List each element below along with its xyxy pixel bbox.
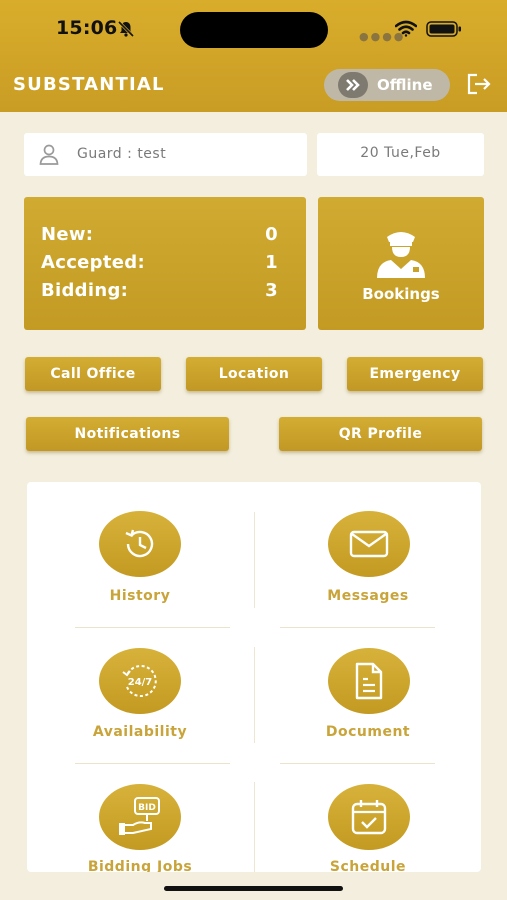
- emergency-button[interactable]: Emergency: [347, 357, 483, 391]
- stat-new: New: 0: [41, 224, 278, 245]
- security-guard-icon: [373, 225, 429, 285]
- divider: [254, 512, 255, 608]
- divider: [280, 763, 435, 764]
- status-time: 15:06: [56, 17, 118, 39]
- logout-icon[interactable]: [466, 72, 492, 100]
- person-icon: [38, 143, 60, 169]
- home-indicator: [164, 886, 343, 891]
- divider: [254, 647, 255, 743]
- job-stats-card[interactable]: New: 0 Accepted: 1 Bidding: 3: [24, 197, 306, 330]
- bid-icon: BID: [99, 784, 181, 850]
- document-icon: [328, 648, 410, 714]
- app-header: 15:06 ●●●● SUBSTANTIAL Offline: [0, 0, 507, 112]
- menu-grid: History Messages 24/7 Availability Docum…: [27, 482, 481, 872]
- guard-name: Guard : test: [77, 146, 167, 162]
- menu-tile-label: Bidding Jobs: [87, 859, 193, 872]
- menu-tile-label: Schedule: [329, 859, 407, 872]
- stat-value: 0: [265, 224, 278, 245]
- 24-7-icon: 24/7: [99, 648, 181, 714]
- stat-accepted: Accepted: 1: [41, 252, 278, 273]
- bookings-label: Bookings: [362, 285, 440, 303]
- menu-tile-label: Messages: [327, 588, 409, 604]
- menu-tile-label: Document: [325, 724, 411, 740]
- menu-tile-label: Availability: [92, 724, 188, 740]
- app-title: SUBSTANTIAL: [13, 74, 165, 95]
- stat-label: Accepted:: [41, 252, 145, 273]
- envelope-icon: [328, 511, 410, 577]
- stat-value: 3: [265, 280, 278, 301]
- call-office-button[interactable]: Call Office: [25, 357, 161, 391]
- svg-text:BID: BID: [138, 803, 156, 813]
- calendar-icon: [328, 784, 410, 850]
- stat-label: New:: [41, 224, 94, 245]
- current-date: 20 Tue,Feb: [360, 145, 441, 161]
- svg-text:24/7: 24/7: [128, 677, 153, 688]
- divider: [254, 782, 255, 872]
- divider: [75, 627, 230, 628]
- dynamic-island: [180, 12, 328, 48]
- divider: [75, 763, 230, 764]
- bookings-button[interactable]: Bookings: [318, 197, 484, 330]
- location-button[interactable]: Location: [186, 357, 322, 391]
- guard-info: Guard : test: [24, 133, 307, 176]
- stat-bidding: Bidding: 3: [41, 280, 278, 301]
- silent-mode-icon: [117, 20, 135, 42]
- stat-label: Bidding:: [41, 280, 129, 301]
- menu-tile-label: History: [109, 588, 171, 604]
- battery-icon: [426, 20, 462, 42]
- double-chevron-icon: [338, 72, 368, 98]
- status-toggle-label: Offline: [377, 76, 433, 94]
- stat-value: 1: [265, 252, 278, 273]
- online-status-toggle[interactable]: Offline: [324, 69, 450, 101]
- notifications-button[interactable]: Notifications: [26, 417, 229, 451]
- history-icon: [99, 511, 181, 577]
- qr-profile-button[interactable]: QR Profile: [279, 417, 482, 451]
- date-display: 20 Tue,Feb: [317, 133, 484, 176]
- wifi-icon: [394, 20, 418, 41]
- divider: [280, 627, 435, 628]
